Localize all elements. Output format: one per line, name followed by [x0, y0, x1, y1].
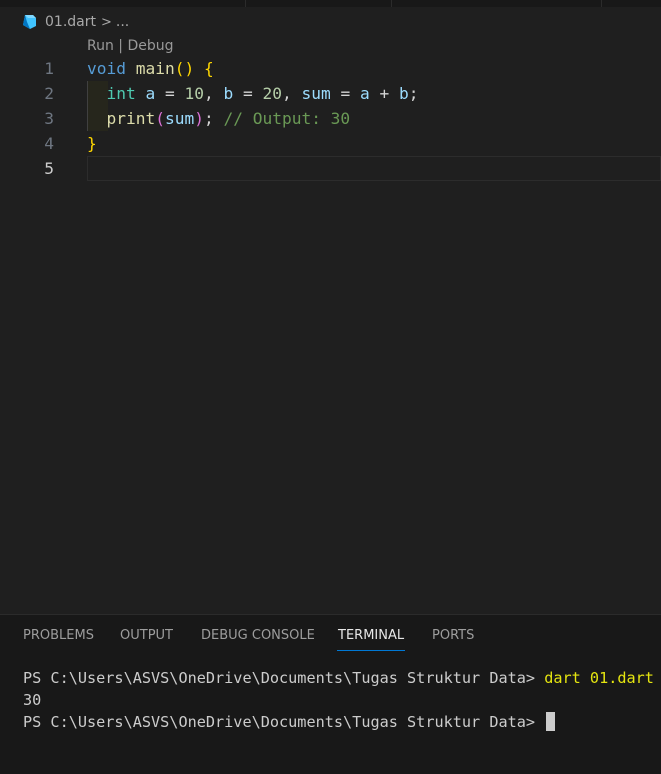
line-number: 3: [44, 109, 54, 128]
code-line[interactable]: 2 int a = 10, b = 20, sum = a + b;: [0, 81, 661, 106]
tab-ports[interactable]: PORTS: [432, 628, 474, 643]
active-tab-indicator: [337, 650, 405, 651]
tab-output[interactable]: OUTPUT: [120, 628, 173, 643]
code-text: void main() {: [87, 56, 214, 81]
code-token: ;: [408, 84, 419, 103]
code-token: print: [106, 109, 156, 128]
terminal-cursor: [546, 712, 556, 731]
line-number: 4: [44, 134, 54, 153]
code-text: int a = 10, b = 20, sum = a + b;: [87, 81, 419, 106]
code-token: 20: [262, 84, 283, 103]
code-token: =: [155, 84, 185, 103]
code-token: b: [399, 84, 409, 103]
vscode-window: 01.dart > ... Run | Debug 1 void main() {…: [0, 0, 661, 774]
terminal-command: dart 01.dart: [544, 669, 654, 687]
chevron-right-icon: >: [100, 14, 112, 30]
code-line[interactable]: 3 print(sum); // Output: 30: [0, 106, 661, 131]
terminal-line: 30: [23, 691, 42, 709]
code-token: {: [203, 59, 214, 78]
code-token: int: [106, 84, 136, 103]
bottom-panel: PROBLEMS OUTPUT DEBUG CONSOLE TERMINAL P…: [0, 614, 661, 774]
code-token: sum: [301, 84, 331, 103]
code-token: // Output: 30: [223, 109, 351, 128]
codelens-run-debug[interactable]: Run | Debug: [87, 38, 174, 54]
terminal-output[interactable]: PS C:\Users\ASVS\OneDrive\Documents\Tuga…: [23, 667, 654, 733]
tab-strip-edge: [0, 0, 661, 7]
code-token: ,: [204, 84, 224, 103]
code-token: void: [87, 59, 126, 78]
code-token: 10: [184, 84, 205, 103]
code-text: }: [87, 131, 97, 156]
line-number: 2: [44, 84, 54, 103]
code-token: b: [223, 84, 234, 103]
code-token: (): [174, 59, 195, 78]
terminal-line: PS C:\Users\ASVS\OneDrive\Documents\Tuga…: [23, 669, 654, 687]
terminal-line: PS C:\Users\ASVS\OneDrive\Documents\Tuga…: [23, 711, 654, 733]
code-line[interactable]: 4}: [0, 131, 661, 156]
tab-problems[interactable]: PROBLEMS: [23, 628, 94, 643]
code-token: =: [330, 84, 360, 103]
code-token: ;: [203, 109, 224, 128]
breadcrumb-more[interactable]: ...: [116, 14, 129, 30]
code-token: +: [369, 84, 399, 103]
code-token: =: [233, 84, 263, 103]
line-number: 1: [44, 59, 54, 78]
code-token: (: [155, 109, 165, 128]
code-token: }: [87, 134, 97, 153]
code-text: print(sum); // Output: 30: [87, 106, 351, 131]
code-token: ): [194, 109, 204, 128]
code-line[interactable]: 1 void main() {: [0, 56, 661, 81]
breadcrumb[interactable]: 01.dart > ...: [21, 12, 129, 32]
breadcrumb-file[interactable]: 01.dart: [45, 14, 96, 30]
line-number: 5: [44, 159, 54, 178]
code-token: a: [360, 84, 370, 103]
code-editor[interactable]: 1 void main() {2 int a = 10, b = 20, sum …: [0, 56, 661, 181]
tab-debug-console[interactable]: DEBUG CONSOLE: [201, 628, 315, 643]
code-token: a: [145, 84, 156, 103]
code-token: main: [135, 59, 175, 78]
tab-terminal[interactable]: TERMINAL: [338, 628, 404, 643]
code-token: ,: [282, 84, 302, 103]
code-token: sum: [164, 109, 195, 128]
current-line-highlight: [87, 156, 661, 181]
dart-file-icon: [23, 15, 36, 29]
code-line[interactable]: 5: [0, 156, 661, 181]
